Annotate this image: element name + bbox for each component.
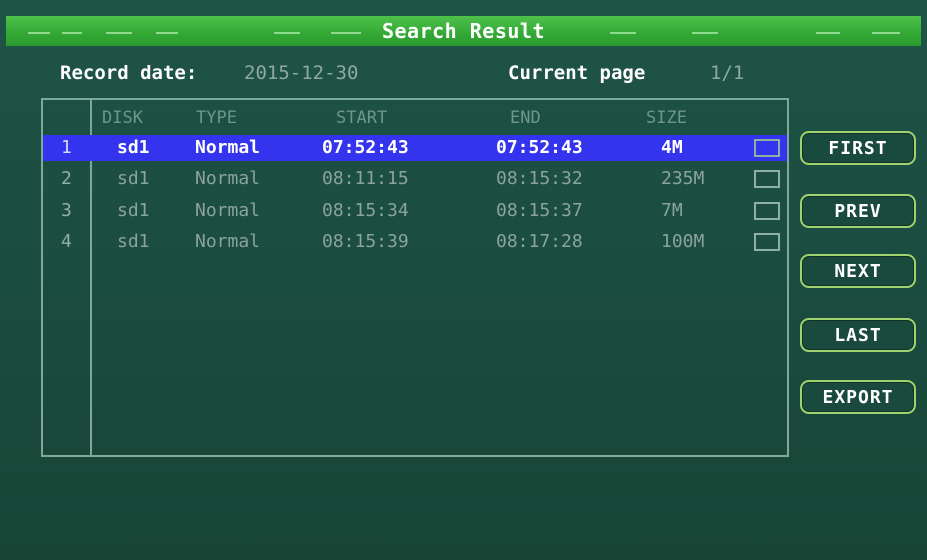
record-date-value: 2015-12-30 — [244, 62, 359, 84]
row-disk: sd1 — [117, 200, 150, 221]
row-select-checkbox[interactable] — [754, 233, 780, 251]
row-size: 235M — [661, 168, 705, 189]
row-type: Normal — [195, 168, 261, 189]
row-size: 7M — [661, 200, 683, 221]
column-header-type: TYPE — [196, 108, 237, 128]
row-start: 08:11:15 — [322, 168, 409, 189]
last-page-button[interactable]: LAST — [800, 318, 916, 352]
row-size: 4M — [661, 137, 683, 158]
row-size: 100M — [661, 231, 705, 252]
row-index: 2 — [61, 168, 72, 189]
next-page-button[interactable]: NEXT — [800, 254, 916, 288]
row-start: 07:52:43 — [322, 137, 409, 158]
row-disk: sd1 — [117, 231, 150, 252]
column-header-size: SIZE — [646, 108, 687, 128]
row-type: Normal — [195, 137, 261, 158]
row-end: 07:52:43 — [496, 137, 583, 158]
row-type: Normal — [195, 200, 261, 221]
title-bar: Search Result — [6, 16, 921, 46]
row-disk: sd1 — [117, 168, 150, 189]
export-button[interactable]: EXPORT — [800, 380, 916, 414]
first-page-button[interactable]: FIRST — [800, 131, 916, 165]
table-row[interactable]: 2 sd1 Normal 08:11:15 08:15:32 235M — [43, 166, 787, 192]
search-result-screen: Search Result Record date: 2015-12-30 Cu… — [0, 0, 927, 560]
row-select-checkbox[interactable] — [754, 170, 780, 188]
column-header-start: START — [336, 108, 388, 128]
row-select-checkbox[interactable] — [754, 202, 780, 220]
row-select-checkbox[interactable] — [754, 139, 780, 157]
row-start: 08:15:39 — [322, 231, 409, 252]
row-index: 1 — [61, 137, 72, 158]
prev-page-button[interactable]: PREV — [800, 194, 916, 228]
table-row[interactable]: 3 sd1 Normal 08:15:34 08:15:37 7M — [43, 198, 787, 224]
row-end: 08:17:28 — [496, 231, 583, 252]
column-header-end: END — [510, 108, 541, 128]
page-title: Search Result — [381, 19, 546, 43]
current-page-value: 1/1 — [710, 62, 745, 84]
record-date-label: Record date: — [60, 62, 198, 84]
current-page-label: Current page — [508, 62, 646, 84]
row-start: 08:15:34 — [322, 200, 409, 221]
column-header-disk: DISK — [102, 108, 143, 128]
row-index: 4 — [61, 231, 72, 252]
table-row[interactable]: 1 sd1 Normal 07:52:43 07:52:43 4M — [43, 135, 787, 161]
row-index: 3 — [61, 200, 72, 221]
table-row[interactable]: 4 sd1 Normal 08:15:39 08:17:28 100M — [43, 229, 787, 255]
row-end: 08:15:37 — [496, 200, 583, 221]
row-end: 08:15:32 — [496, 168, 583, 189]
row-disk: sd1 — [117, 137, 150, 158]
row-type: Normal — [195, 231, 261, 252]
